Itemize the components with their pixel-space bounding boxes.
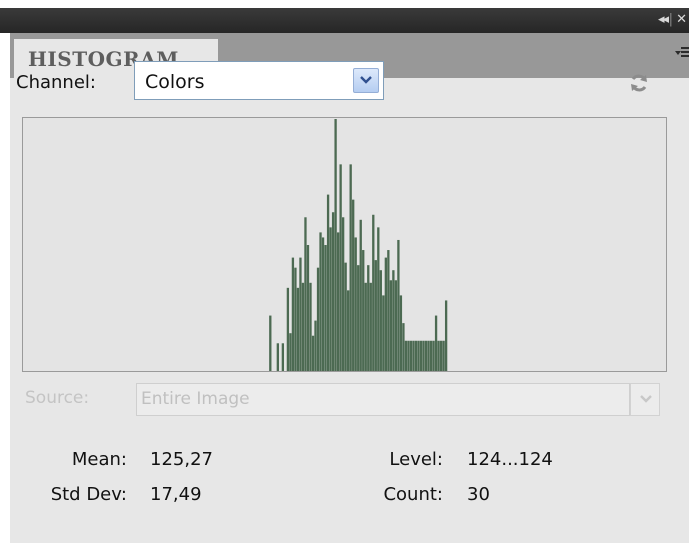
histogram-bar [311,335,315,371]
histogram-bar [269,315,272,371]
histogram-bar [294,267,297,371]
histogram-bar [429,340,433,371]
histogram-bar [377,227,380,371]
close-panel-icon[interactable]: ✕ [676,10,687,30]
histogram-bar [362,250,365,371]
panel-title-bar: ◂◂ | ✕ [0,8,689,33]
histogram-bar [364,282,367,371]
histogram-bar [384,257,387,371]
histogram-bar [409,340,413,371]
histogram-bar [344,262,347,371]
histogram-bar [281,343,285,371]
histogram-bar [329,227,332,371]
histogram-chart [22,117,667,372]
histogram-bar [369,282,372,371]
histogram-bar [352,199,355,371]
histogram-bar [349,164,352,371]
histogram-bar [422,340,425,371]
histogram-bar [314,320,317,371]
histogram-bar [444,300,448,371]
histogram-bar [334,119,337,371]
histogram-bar [399,295,403,371]
histogram-bar [372,214,375,371]
histogram-bar [321,237,325,371]
histogram-bar [407,340,410,371]
menu-lines-icon [681,47,689,59]
count-label: Count: [383,484,443,505]
std-dev-label: Std Dev: [50,484,127,505]
histogram-bar [289,333,292,371]
histogram-bar [326,194,330,371]
source-label: Source: [25,388,90,408]
histogram-bar [389,280,393,371]
histogram-bar [427,340,430,371]
histogram-bar [339,164,342,371]
collapse-panel-icon[interactable]: ◂◂ [658,10,669,30]
histogram-bar [296,287,300,371]
mean-value: 125,27 [150,449,213,470]
histogram-bar [392,270,395,371]
level-label: Level: [389,449,443,470]
histogram-bar [309,282,312,371]
source-select[interactable]: Entire Image [136,383,630,416]
histogram-bar [359,219,362,371]
histogram-bar [336,232,340,371]
histogram-bar [419,340,423,371]
histogram-plot [269,119,448,371]
panel-menu-icon[interactable] [675,45,689,65]
histogram-bar [286,287,290,371]
histogram-bar [437,340,440,371]
histogram-bar [404,340,408,371]
count-value: 30 [467,484,490,505]
histogram-bar [316,267,320,371]
channel-select[interactable]: Colors [134,61,384,100]
histogram-bar [394,280,398,371]
histogram-bar [291,257,295,371]
histogram-bar [387,250,390,371]
mean-label: Mean: [71,449,127,470]
histogram-bar [276,343,279,371]
histogram-bar [434,315,438,371]
std-dev-value: 17,49 [150,484,202,505]
histogram-bar [442,340,445,371]
histogram-bar [354,237,357,371]
histogram-bar [424,340,428,371]
histogram-bar [374,260,377,371]
chevron-down-icon [360,76,372,84]
histogram-bar [357,265,360,371]
title-bar-separator: | [668,12,673,27]
histogram-bar [379,270,382,371]
histogram-bar [306,245,310,371]
histogram-bar [397,239,400,371]
histogram-bar [301,282,305,371]
histogram-bar [382,295,385,371]
histogram-bar [299,257,302,371]
histogram-bar [341,217,345,371]
channel-label: Channel: [16,72,96,93]
level-value: 124...124 [467,449,553,470]
histogram-bar [417,340,420,371]
chevron-down-icon [640,395,652,403]
histogram-bar [402,323,405,371]
histogram-bar [347,290,350,371]
histogram-bar [319,232,322,371]
refresh-icon[interactable] [628,72,650,94]
histogram-bar [324,245,327,371]
histogram-bar [367,265,370,371]
histogram-bar [412,340,415,371]
channel-select-value: Colors [145,71,205,93]
histogram-bar [304,217,307,371]
histogram-bar [414,340,418,371]
histogram-bar [439,340,443,371]
channel-dropdown-button[interactable] [353,68,379,93]
histogram-bar [331,212,335,371]
source-dropdown-button[interactable] [630,383,660,416]
histogram-bar [432,340,435,371]
source-select-value: Entire Image [141,389,250,409]
